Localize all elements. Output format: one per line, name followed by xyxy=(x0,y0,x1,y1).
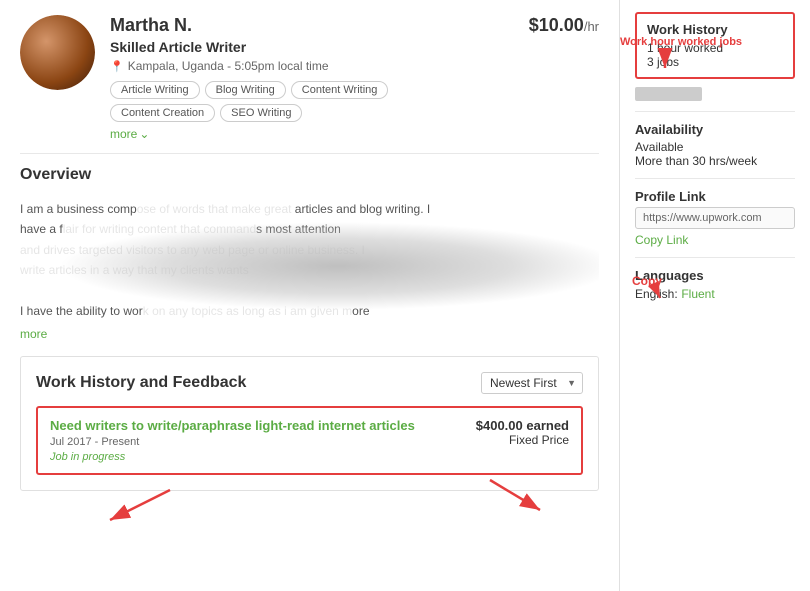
read-more-link[interactable]: more xyxy=(20,326,599,341)
tag-content-writing[interactable]: Content Writing xyxy=(291,81,389,99)
sidebar-work-history-box: Work History 1 hour worked 3 jobs xyxy=(635,12,795,79)
tag-content-creation[interactable]: Content Creation xyxy=(110,104,215,122)
profile-name: Martha N. xyxy=(110,15,514,36)
work-history-title: Work History and Feedback xyxy=(36,374,246,392)
profile-info: Martha N. Skilled Article Writer 📍 Kampa… xyxy=(110,15,514,141)
tag-blog-writing[interactable]: Blog Writing xyxy=(205,81,286,99)
job-earned: $400.00 earned xyxy=(476,418,569,433)
job-card: Need writers to write/paraphrase light-r… xyxy=(36,406,583,475)
sidebar-earned-blur: $$$$ earned xyxy=(635,87,795,101)
tags-row-2: Content Creation SEO Writing xyxy=(110,104,514,122)
overview-container: I am a business compose of words that ma… xyxy=(20,199,599,321)
copy-link-button[interactable]: Copy Link xyxy=(635,233,795,247)
overview-text: I am a business compose of words that ma… xyxy=(20,199,599,321)
sidebar-work-history-title: Work History xyxy=(647,22,783,37)
sort-wrapper[interactable]: Newest First xyxy=(481,372,583,394)
sidebar-language-entry: English: Fluent xyxy=(635,286,795,301)
more-link[interactable]: more ⌄ xyxy=(110,127,514,141)
sidebar-language-level: Fluent xyxy=(681,287,714,301)
job-status: Job in progress xyxy=(50,451,415,463)
sidebar-divider-3 xyxy=(635,257,795,258)
job-left: Need writers to write/paraphrase light-r… xyxy=(50,418,415,463)
tag-seo-writing[interactable]: SEO Writing xyxy=(220,104,302,122)
sidebar-availability-status: Available xyxy=(635,140,795,154)
avatar xyxy=(20,15,95,90)
sidebar-divider-1 xyxy=(635,111,795,112)
sort-select[interactable]: Newest First xyxy=(481,372,583,394)
work-history-header: Work History and Feedback Newest First xyxy=(36,372,583,394)
sidebar-availability-title: Availability xyxy=(635,122,795,137)
hourly-rate: $10.00/hr xyxy=(514,15,599,36)
sidebar-languages-title: Languages xyxy=(635,268,795,283)
tags-row: Article Writing Blog Writing Content Wri… xyxy=(110,81,514,99)
job-date: Jul 2017 - Present xyxy=(50,436,415,448)
job-type: Fixed Price xyxy=(476,433,569,447)
sidebar-hours-worked: 1 hour worked xyxy=(647,41,783,55)
job-right: $400.00 earned Fixed Price xyxy=(476,418,569,447)
work-history-section: Work History and Feedback Newest First N… xyxy=(20,356,599,491)
sidebar-jobs-count: 3 jobs xyxy=(647,55,783,69)
sidebar: Work History 1 hour worked 3 jobs $$$$ e… xyxy=(620,0,810,591)
profile-location: 📍 Kampala, Uganda - 5:05pm local time xyxy=(110,59,514,73)
location-icon: 📍 xyxy=(110,60,124,73)
location-text: Kampala, Uganda - 5:05pm local time xyxy=(128,59,329,73)
sidebar-profile-link-title: Profile Link xyxy=(635,189,795,204)
sidebar-availability-hours: More than 30 hrs/week xyxy=(635,154,795,168)
profile-link-input[interactable] xyxy=(635,207,795,229)
overview-title: Overview xyxy=(20,166,599,189)
job-title[interactable]: Need writers to write/paraphrase light-r… xyxy=(50,418,415,433)
tag-article-writing[interactable]: Article Writing xyxy=(110,81,200,99)
sidebar-language-name: English: xyxy=(635,287,678,301)
profile-title: Skilled Article Writer xyxy=(110,39,514,55)
overview-section: Overview I am a business compose of word… xyxy=(20,166,599,341)
sidebar-divider-2 xyxy=(635,178,795,179)
